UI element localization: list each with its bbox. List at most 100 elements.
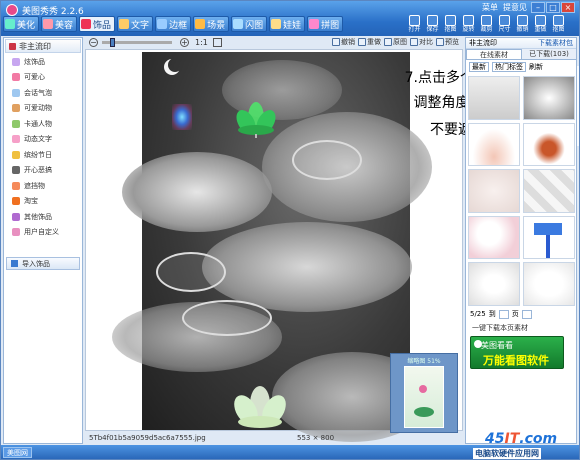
tab-scene[interactable]: 场景: [193, 16, 230, 32]
category-item[interactable]: 遮挡物: [4, 178, 82, 194]
material-thumb[interactable]: [523, 262, 575, 306]
material-tabs: 在线素材 已下载(103): [466, 49, 576, 60]
material-thumb[interactable]: [468, 215, 520, 260]
tab-beautify[interactable]: 美化: [3, 16, 40, 32]
tab-downloaded-materials[interactable]: 已下载(103): [522, 49, 576, 59]
material-thumb[interactable]: [468, 169, 520, 213]
page-go-button[interactable]: [521, 309, 532, 319]
green-lotus-sticker[interactable]: [234, 96, 278, 138]
pagination: 5/25 到 页: [470, 308, 574, 320]
menu-link[interactable]: 菜单: [482, 2, 498, 13]
material-thumb[interactable]: [468, 262, 520, 306]
category-item[interactable]: 可爱心: [4, 70, 82, 86]
funny-icon: [12, 166, 20, 175]
original-icon: [384, 38, 392, 46]
import-accessory-button[interactable]: 导入饰品: [6, 257, 80, 270]
rotate-icon: [463, 15, 474, 26]
category-icon: [9, 42, 16, 50]
category-item[interactable]: 动态文字: [4, 132, 82, 148]
preview-icon: [436, 38, 444, 46]
material-thumb[interactable]: [468, 76, 520, 120]
material-thumb[interactable]: [523, 215, 575, 260]
save-button[interactable]: 保存: [424, 15, 441, 35]
rotate-button[interactable]: 旋转: [460, 15, 477, 35]
category-item[interactable]: 用户自定义: [4, 225, 82, 241]
category-item[interactable]: 其他饰品: [4, 209, 82, 225]
crop-button[interactable]: 裁剪: [478, 15, 495, 35]
lotus-leaf: [156, 252, 226, 292]
original-button[interactable]: 原图: [384, 37, 407, 47]
taobao-icon: [12, 197, 20, 206]
meitu-web-button[interactable]: 美图网: [3, 447, 32, 458]
ad-banner[interactable]: 美图看看 万能看图软件: [470, 336, 564, 369]
animal-icon: [12, 104, 20, 113]
ad-title: 美图看看: [481, 341, 513, 350]
minimize-button[interactable]: –: [531, 2, 545, 13]
category-header[interactable]: 非主流印: [5, 39, 81, 53]
tab-text[interactable]: 文字: [117, 16, 154, 32]
download-page-link[interactable]: 一键下载本页素材: [472, 323, 528, 333]
page-suffix: 页: [511, 310, 519, 318]
compare-button[interactable]: 对比: [410, 37, 433, 47]
refresh-button[interactable]: 刷新: [529, 62, 543, 72]
material-thumb[interactable]: [468, 122, 520, 167]
download-pack-link[interactable]: 下载素材包: [538, 38, 573, 48]
category-item[interactable]: 缤纷节日: [4, 147, 82, 163]
material-thumb[interactable]: [523, 169, 575, 213]
tab-frame[interactable]: 边框: [155, 16, 192, 32]
tag-select[interactable]: 热门标签: [492, 61, 526, 72]
user-icon: [12, 228, 20, 237]
matting-button[interactable]: 抠图: [550, 15, 567, 35]
thumbnail-navigator[interactable]: 缩略图 51%: [390, 353, 458, 433]
cloud-sticker[interactable]: [202, 222, 412, 312]
feedback-link[interactable]: 提意见: [503, 2, 527, 13]
zoom-out-button[interactable]: −: [89, 37, 98, 47]
ad-slogan: 万能看图软件: [483, 354, 549, 367]
edited-photo[interactable]: [112, 52, 432, 442]
tab-doll[interactable]: 娃娃: [269, 16, 306, 32]
open-button[interactable]: 打开: [406, 15, 423, 35]
zoom-slider[interactable]: [102, 37, 172, 47]
undo-button[interactable]: 撤销: [514, 15, 531, 35]
close-button[interactable]: ×: [561, 2, 575, 13]
tab-beauty[interactable]: 美容: [41, 16, 78, 32]
maximize-button[interactable]: □: [546, 2, 560, 13]
lotus-leaf: [182, 300, 272, 336]
tab-accessories[interactable]: 饰品: [79, 16, 116, 32]
tab-collage[interactable]: 拼图: [307, 16, 344, 32]
fit-window-icon[interactable]: [212, 37, 222, 47]
category-item[interactable]: 淘宝: [4, 194, 82, 210]
thumbnail-image[interactable]: [404, 366, 444, 428]
tab-online-materials[interactable]: 在线素材: [466, 49, 522, 59]
cloud-sticker[interactable]: [122, 152, 272, 232]
app-logo-icon: [6, 4, 18, 16]
redo-icon: [358, 38, 366, 46]
pale-lotus-sticker[interactable]: [232, 382, 288, 430]
canvas-redo-button[interactable]: 重做: [358, 37, 381, 47]
canvas-undo-button[interactable]: 撤销: [332, 37, 355, 47]
resize-button[interactable]: 尺寸: [496, 15, 513, 35]
material-thumb[interactable]: [523, 76, 575, 120]
watermark-logo: 45IT.com: [485, 431, 558, 447]
preview-button[interactable]: 预览: [436, 37, 459, 47]
category-item[interactable]: 炫饰品: [4, 54, 82, 70]
category-item[interactable]: 可爱动物: [4, 101, 82, 117]
category-item[interactable]: 会话气泡: [4, 85, 82, 101]
cutout-button[interactable]: 抠图: [442, 15, 459, 35]
tab-flash[interactable]: 闪图: [231, 16, 268, 32]
fairy-sticker[interactable]: [172, 104, 192, 130]
material-filter: 最新 热门标签 刷新: [466, 60, 576, 73]
app-window: 美图秀秀 2.2.6 菜单 提意见 – □ × 美化 美容 饰品 文字 边框 场…: [0, 0, 580, 460]
jewel-icon: [12, 57, 20, 66]
actual-size-button[interactable]: 1:1: [195, 38, 208, 47]
redo-button[interactable]: 重做: [532, 15, 549, 35]
category-item[interactable]: 开心恶搞: [4, 163, 82, 179]
zoom-slider-handle[interactable]: [110, 37, 115, 47]
material-thumb[interactable]: [523, 122, 575, 167]
zoom-in-button[interactable]: +: [180, 37, 189, 47]
folder-icon: [409, 15, 420, 26]
page-input[interactable]: [498, 309, 509, 319]
compare-icon: [410, 38, 418, 46]
category-item[interactable]: 卡通人物: [4, 116, 82, 132]
sort-select[interactable]: 最新: [469, 61, 489, 72]
